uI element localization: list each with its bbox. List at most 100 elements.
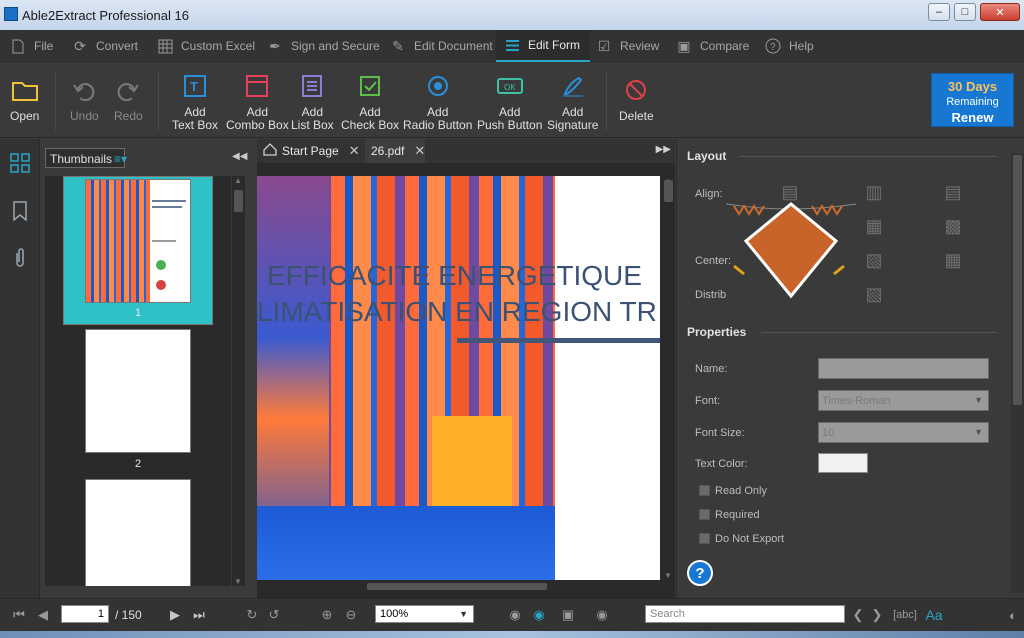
- hscrollbar-thumb[interactable]: [367, 583, 547, 590]
- font-size-label: Font Size:: [695, 427, 745, 439]
- menu-convert[interactable]: ⟳ Convert: [72, 30, 138, 62]
- undo-button[interactable]: Undo: [70, 76, 99, 123]
- open-button[interactable]: Open: [10, 76, 39, 123]
- last-page-icon[interactable]: ⏭: [190, 606, 208, 624]
- svg-text:?: ?: [770, 42, 776, 53]
- rotate-clockwise-icon[interactable]: ↻: [243, 606, 261, 624]
- svg-text:T: T: [190, 79, 198, 94]
- redo-icon: [114, 76, 142, 104]
- zoom-select[interactable]: 100% ▼: [375, 605, 474, 623]
- compare-icon: ▣: [677, 37, 691, 54]
- menu-file[interactable]: File: [10, 30, 53, 62]
- renew-button[interactable]: Renew: [932, 110, 1013, 125]
- bookmark-icon[interactable]: [6, 197, 34, 225]
- delete-button[interactable]: Delete: [619, 76, 654, 123]
- align-right-icon[interactable]: ▥: [863, 181, 885, 203]
- add-push-button-button[interactable]: OK Add Push Button: [477, 72, 542, 132]
- scroll-up-icon[interactable]: ▲: [234, 176, 242, 185]
- collapse-left-icon[interactable]: ◀◀: [232, 151, 247, 162]
- thumbnail-page-1[interactable]: [85, 179, 191, 303]
- center-vertical-icon[interactable]: ▧: [863, 249, 885, 271]
- menu-edit-form[interactable]: Edit Form: [496, 30, 591, 62]
- view-page-icon[interactable]: ▣: [559, 606, 577, 624]
- thumbnails-icon[interactable]: [6, 149, 34, 177]
- zoom-out-icon[interactable]: ⊖: [342, 606, 360, 624]
- rotate-counterclockwise-icon[interactable]: ↺: [265, 606, 283, 624]
- add-signature-button[interactable]: Add Signature: [547, 72, 598, 132]
- menu-review[interactable]: ☑ Review: [596, 30, 660, 62]
- required-checkbox[interactable]: [699, 509, 710, 520]
- form-icon: [504, 37, 520, 53]
- thumbnail-page-2[interactable]: [85, 329, 191, 453]
- add-combo-box-button[interactable]: Add Combo Box: [226, 72, 289, 132]
- search-input[interactable]: Search: [645, 605, 845, 623]
- scroll-down-icon[interactable]: ▼: [664, 571, 672, 580]
- menu-edit-form-label: Edit Form: [528, 38, 581, 52]
- view-mode-icon[interactable]: ◉: [530, 606, 548, 624]
- add-check-box-button[interactable]: Add Check Box: [341, 72, 399, 132]
- menu-compare[interactable]: ▣ Compare: [676, 30, 749, 62]
- tab-start-page[interactable]: Start Page ✕: [257, 139, 363, 163]
- scrollbar-thumb[interactable]: [234, 190, 243, 212]
- first-page-icon[interactable]: ⏮: [10, 606, 28, 624]
- align-top-icon[interactable]: ▤: [942, 181, 964, 203]
- read-only-checkbox[interactable]: [699, 485, 710, 496]
- thumbnail-scrollbar[interactable]: ▲ ▼: [232, 176, 245, 586]
- match-whole-word-icon[interactable]: [abc]: [893, 606, 917, 624]
- properties-scrollbar[interactable]: [1011, 153, 1024, 593]
- tab-26-pdf[interactable]: 26.pdf ✕: [365, 139, 425, 163]
- distribute-horizontal-icon[interactable]: ▧: [863, 283, 885, 305]
- add-radio-button-button[interactable]: Add Radio Button: [403, 72, 472, 132]
- scrollbar-thumb[interactable]: [1013, 155, 1022, 405]
- minimize-button[interactable]: –: [928, 3, 950, 21]
- add-text-box-button[interactable]: T Add Text Box: [172, 72, 218, 132]
- font-value: Times-Roman: [822, 395, 891, 407]
- trial-renew-box[interactable]: 30 Days Remaining Renew: [931, 73, 1014, 127]
- text-color-swatch[interactable]: [818, 453, 868, 473]
- scrollbar-thumb[interactable]: [664, 180, 673, 202]
- maximize-button[interactable]: □: [954, 3, 976, 21]
- view-split-icon[interactable]: ◉: [593, 606, 611, 624]
- center-both-icon[interactable]: ▦: [942, 249, 964, 271]
- menu-sign-secure[interactable]: ✒ Sign and Secure: [267, 30, 380, 62]
- required-label: Required: [715, 509, 760, 521]
- do-not-export-checkbox[interactable]: [699, 533, 710, 544]
- menu-bar: File ⟳ Convert Custom Excel ✒ Sign and S…: [0, 30, 1024, 62]
- redo-button[interactable]: Redo: [114, 76, 143, 123]
- close-icon[interactable]: ✕: [349, 143, 360, 159]
- align-center-vertical-icon[interactable]: ▩: [942, 215, 964, 237]
- chevron-down-icon: ▼: [974, 427, 983, 437]
- thumbnail-selector-label: Thumbnails: [50, 152, 113, 166]
- font-size-select[interactable]: 10 ▼: [818, 422, 989, 443]
- align-center-horizontal-icon[interactable]: ▦: [863, 215, 885, 237]
- close-button[interactable]: ✕: [980, 3, 1020, 21]
- match-case-icon[interactable]: Aa: [925, 606, 943, 624]
- scroll-down-icon[interactable]: ▼: [234, 577, 242, 586]
- thumbnail-selector[interactable]: Thumbnails ≡▾: [45, 148, 127, 168]
- help-button[interactable]: ?: [687, 560, 713, 586]
- search-previous-icon[interactable]: ❮: [849, 606, 867, 624]
- zoom-in-icon[interactable]: ⊕: [318, 606, 336, 624]
- add-list-box-button[interactable]: Add List Box: [291, 72, 334, 132]
- close-icon[interactable]: ✕: [414, 143, 425, 159]
- menu-edit-document[interactable]: ✎ Edit Document: [390, 30, 493, 62]
- search-next-icon[interactable]: ❯: [868, 606, 886, 624]
- previous-page-icon[interactable]: ◀: [34, 606, 52, 624]
- name-input[interactable]: [818, 358, 989, 379]
- document-hscrollbar[interactable]: [257, 580, 660, 593]
- view-eye-icon[interactable]: ◉: [506, 606, 524, 624]
- tab-overflow-icon[interactable]: ▶▶: [656, 144, 671, 155]
- page-number-input[interactable]: 1: [61, 605, 109, 623]
- page-total: / 150: [115, 608, 142, 622]
- menu-help[interactable]: ? Help: [765, 30, 814, 62]
- attachment-icon[interactable]: [6, 244, 34, 272]
- document-scrollbar[interactable]: ▲ ▼: [662, 176, 675, 580]
- theme-toggle-icon[interactable]: ◐: [1004, 606, 1022, 624]
- menu-custom-excel[interactable]: Custom Excel: [157, 30, 255, 62]
- next-page-icon[interactable]: ▶: [166, 606, 184, 624]
- font-select[interactable]: Times-Roman ▼: [818, 390, 989, 411]
- thumbnail-page-3[interactable]: [85, 479, 191, 586]
- check-box-icon: [356, 72, 384, 100]
- combo-box-icon: [243, 72, 271, 100]
- name-label: Name:: [695, 363, 728, 375]
